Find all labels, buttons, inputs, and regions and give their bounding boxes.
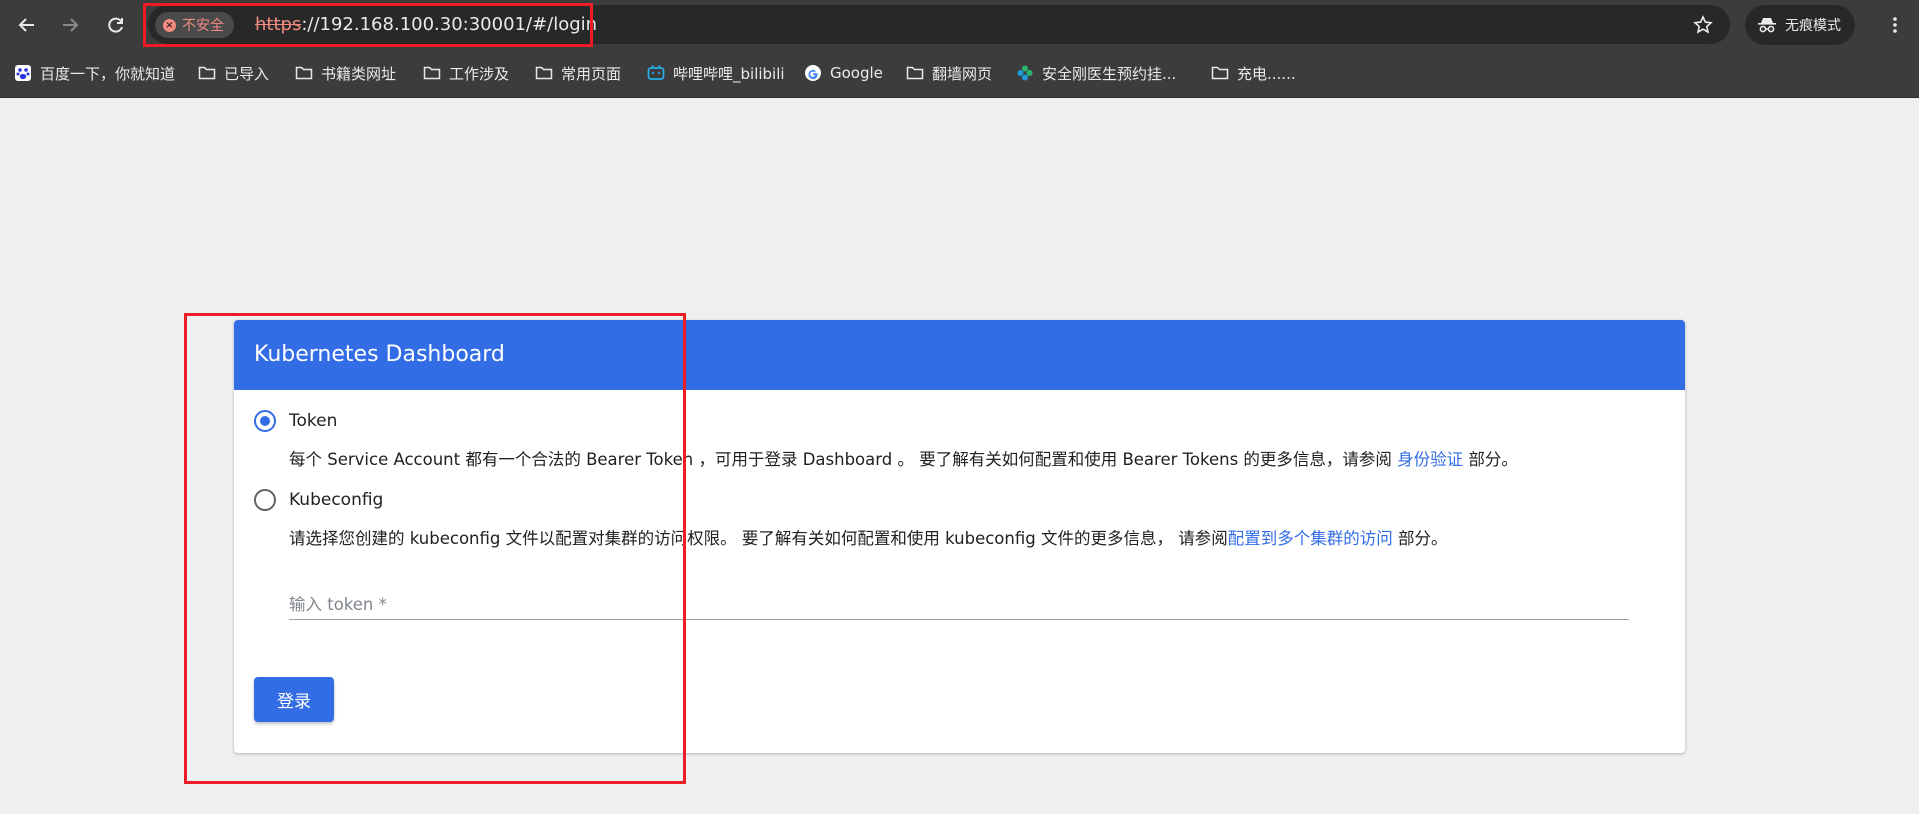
bookmark-vpn-pages[interactable]: 翻墙网页	[906, 60, 992, 86]
bookmark-label: 常用页面	[561, 64, 622, 83]
bookmark-imported[interactable]: 已导入	[198, 60, 269, 86]
bookmark-label: 书籍类网址	[321, 64, 397, 83]
back-button[interactable]	[12, 10, 42, 40]
annotation-box-url	[143, 3, 593, 47]
token-desc-suffix: 部分。	[1463, 450, 1518, 469]
bookmark-label: 安全刚医生预约挂...	[1042, 64, 1177, 83]
bookmark-books[interactable]: 书籍类网址	[295, 60, 396, 86]
arrow-right-icon	[63, 18, 79, 32]
reload-button[interactable]	[101, 10, 131, 40]
more-vert-icon	[1893, 17, 1897, 33]
forward-button[interactable]	[55, 10, 85, 40]
browser-menu-button[interactable]	[1885, 12, 1905, 38]
bookmark-baidu[interactable]: 百度一下，你就知道	[14, 60, 175, 86]
bilibili-icon	[647, 64, 665, 82]
folder-icon	[295, 64, 313, 82]
kubeconfig-desc-suffix: 部分。	[1392, 529, 1448, 548]
baidu-icon	[14, 64, 32, 82]
incognito-indicator[interactable]: 无痕模式	[1745, 5, 1855, 45]
bookmarks-bar: 百度一下，你就知道 已导入 书籍类网址 工作涉及 常用页面 哔哩哔哩_bilib…	[0, 50, 1919, 98]
arrow-left-icon	[18, 18, 34, 32]
bookmark-work[interactable]: 工作涉及	[423, 60, 509, 86]
folder-icon	[198, 64, 216, 82]
folder-icon	[423, 64, 441, 82]
bookmark-label: 翻墙网页	[932, 64, 993, 83]
bookmark-common-pages[interactable]: 常用页面	[535, 60, 621, 86]
folder-icon	[1211, 64, 1229, 82]
clover-icon	[1016, 64, 1034, 82]
star-icon	[1693, 15, 1713, 34]
bookmark-label: 百度一下，你就知道	[40, 64, 176, 83]
bookmark-label: 已导入	[224, 64, 270, 83]
bookmark-bilibili[interactable]: 哔哩哔哩_bilibili	[647, 60, 785, 86]
auth-docs-link[interactable]: 身份验证	[1397, 450, 1463, 469]
incognito-label: 无痕模式	[1785, 18, 1841, 34]
incognito-icon	[1758, 18, 1776, 33]
bookmark-google[interactable]: Google	[804, 60, 883, 86]
bookmark-doctor[interactable]: 安全刚医生预约挂...	[1016, 60, 1176, 86]
bookmark-label: Google	[830, 64, 883, 82]
google-icon	[804, 64, 822, 82]
folder-icon	[535, 64, 553, 82]
multi-cluster-docs-link[interactable]: 配置到多个集群的访问	[1228, 529, 1393, 548]
annotation-box-card	[184, 313, 686, 784]
bookmark-star-button[interactable]	[1690, 12, 1716, 38]
folder-icon	[906, 64, 924, 82]
bookmark-label: 充电......	[1237, 64, 1296, 83]
bookmark-charging[interactable]: 充电......	[1211, 60, 1296, 86]
reload-icon	[108, 17, 123, 33]
bookmark-label: 哔哩哔哩_bilibili	[673, 64, 785, 83]
bookmark-label: 工作涉及	[449, 64, 510, 83]
browser-toolbar: × 不安全 https://192.168.100.30:30001/#/log…	[0, 0, 1919, 50]
